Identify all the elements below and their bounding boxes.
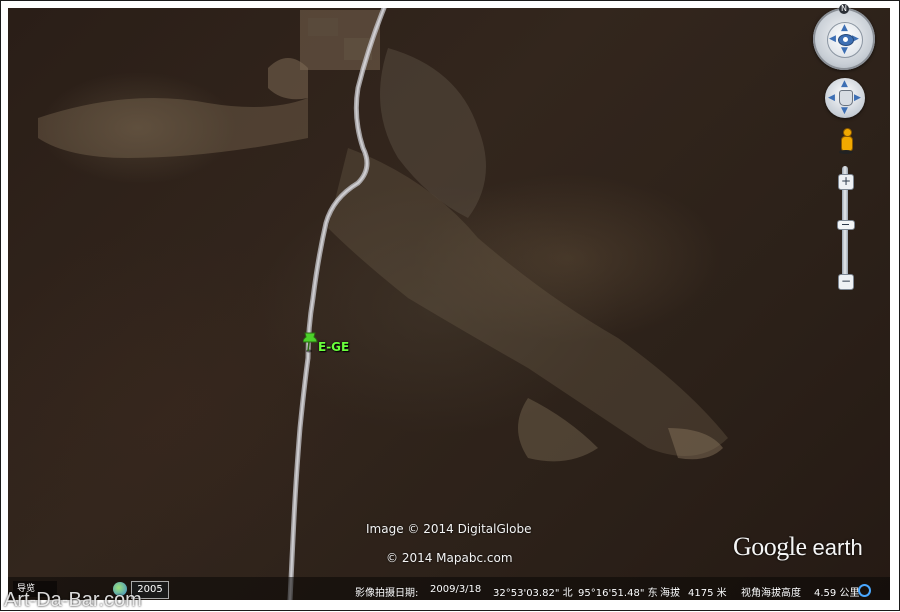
pushpin-icon[interactable] [303,330,319,354]
map-viewport[interactable]: Image © 2014 DigitalGlobe © 2014 Mapabc.… [8,8,890,600]
zoom-slider-handle[interactable] [837,220,855,230]
eye-icon [838,34,854,46]
satellite-terrain [38,8,728,600]
eye-altitude-value: 4.59 公里 [814,588,860,599]
imagery-date-label: 影像拍摄日期: [355,588,419,599]
arrow-right-icon[interactable]: ▶ [854,94,861,103]
north-indicator[interactable]: N [839,4,849,14]
zoom-out-button[interactable]: − [838,274,854,290]
imagery-date: 2009/3/18 [430,584,482,595]
look-navigation-ring[interactable]: N ▲ ▼ ◀ ▶ [813,4,875,70]
move-navigation-ring[interactable]: ▲ ▼ ◀ ▶ [825,78,865,118]
arrow-up-icon[interactable]: ▲ [841,24,848,33]
arrow-left-icon[interactable]: ◀ [828,94,835,103]
logo-google-text: Google [733,532,807,561]
look-joystick[interactable]: ▲ ▼ ◀ ▶ [827,22,863,58]
logo-earth-text: earth [812,535,863,560]
street-view-pegman-icon[interactable] [839,128,853,156]
latitude: 32°53'03.82" 北 [493,588,573,599]
elevation-label: 海拔 [660,588,680,599]
google-earth-logo: Google earth [733,532,863,562]
map-credit: © 2014 Mapabc.com [386,551,513,565]
arrow-down-icon[interactable]: ▼ [841,107,848,116]
longitude: 95°16'51.48" 东 [578,588,658,599]
arrow-left-icon[interactable]: ◀ [829,35,836,44]
hand-icon [839,90,853,106]
placemark-label[interactable]: E-GE [318,340,349,354]
image-credit: Image © 2014 DigitalGlobe [366,522,532,536]
arrow-down-icon[interactable]: ▼ [841,47,848,56]
arrow-up-icon[interactable]: ▲ [841,80,848,89]
watermark: Art-Da-Bar.com [4,589,142,611]
streaming-status-icon [858,584,871,597]
eye-altitude-label: 视角海拔高度 [741,588,801,599]
elevation-value: 4175 米 [688,588,727,599]
zoom-in-button[interactable]: + [838,174,854,190]
